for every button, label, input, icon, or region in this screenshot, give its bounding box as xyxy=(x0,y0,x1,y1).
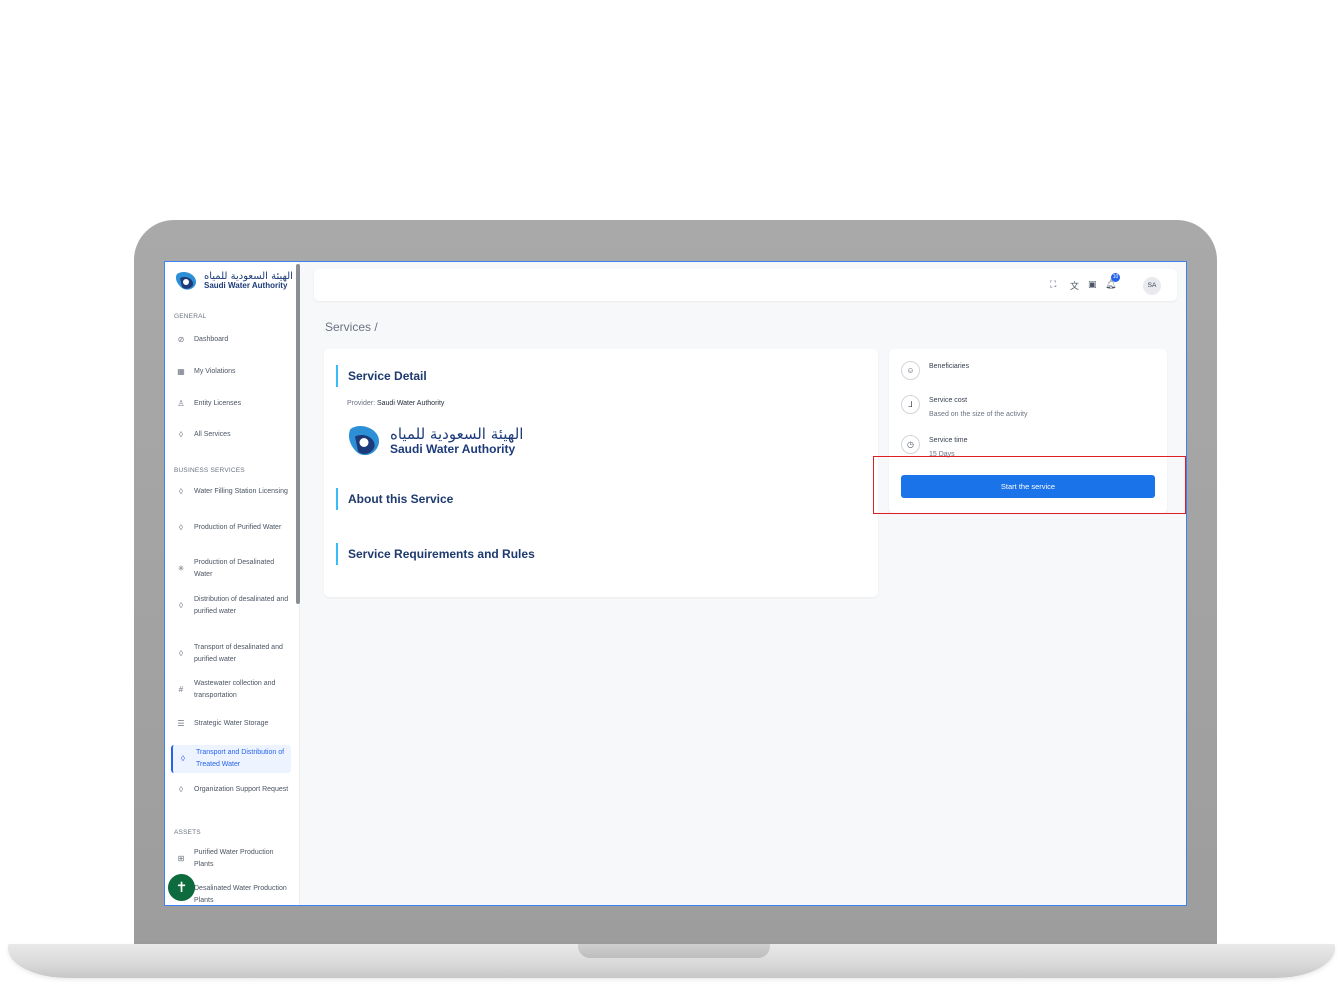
currency-icon: ⅃ xyxy=(901,395,920,414)
sidebar-item-organization-support[interactable]: ◊ Organization Support Request xyxy=(171,783,289,797)
users-icon: ☺ xyxy=(901,361,920,380)
drop-icon: ◊ xyxy=(179,523,183,532)
sidebar-item-transport[interactable]: ◊ Transport of desalinated and purified … xyxy=(171,642,289,666)
translate-icon[interactable]: 文 xyxy=(1070,279,1079,292)
service-time-label: Service time xyxy=(929,437,968,444)
grid-hash-icon: # xyxy=(178,685,184,695)
drop-icon: ◊ xyxy=(179,785,183,794)
clock-icon: ◷ xyxy=(901,435,920,454)
service-cost-row: ⅃ Service cost Based on the size of the … xyxy=(901,395,1027,420)
brand-logo[interactable]: الهيئة السعودية للمياه Saudi Water Autho… xyxy=(174,270,293,292)
sidebar: الهيئة السعودية للمياه Saudi Water Autho… xyxy=(165,262,300,905)
logo-arabic-name: الهيئة السعودية للمياه xyxy=(390,425,524,444)
sidebar-item-purified-plants[interactable]: ⊞ Purified Water Production Plants xyxy=(171,847,289,871)
brand-english-name: Saudi Water Authority xyxy=(204,281,288,291)
section-business-services: BUSINESS SERVICES xyxy=(174,467,245,474)
drop-icon: ◊ xyxy=(179,649,183,659)
service-cost-value: Based on the size of the activity xyxy=(929,411,1028,418)
provider-line: Provider: Saudi Water Authority xyxy=(347,400,445,407)
provider-name: Saudi Water Authority xyxy=(376,400,445,407)
user-icon: ♙ xyxy=(177,399,185,408)
service-detail-card: Service Detail Provider: Saudi Water Aut… xyxy=(324,349,878,597)
drop-icon: ◊ xyxy=(181,754,185,764)
logo-english-name: Saudi Water Authority xyxy=(390,441,516,456)
provider-logo: الهيئة السعودية للمياه Saudi Water Autho… xyxy=(346,422,523,460)
sidebar-item-entity-licenses[interactable]: ♙ Entity Licenses xyxy=(171,397,289,411)
sidebar-item-treated-water[interactable]: ◊ Transport and Distribution of Treated … xyxy=(171,745,291,773)
sidebar-item-all-services[interactable]: ◊ All Services xyxy=(171,428,289,442)
avatar[interactable]: SA xyxy=(1143,277,1161,295)
grid-icon: ▦ xyxy=(177,367,185,376)
drop-icon: ◊ xyxy=(179,487,183,496)
top-bar: ⛶ 文 ▣ 🔔︎ 10 SA xyxy=(314,269,1177,301)
dashboard-icon: ⊘ xyxy=(177,335,185,344)
beneficiaries-label: Beneficiaries xyxy=(929,363,970,370)
section-assets: ASSETS xyxy=(174,829,201,836)
screen: الهيئة السعودية للمياه Saudi Water Autho… xyxy=(164,261,1187,906)
sidebar-item-dashboard[interactable]: ⊘ Dashboard xyxy=(171,333,289,347)
water-drop-logo-icon xyxy=(175,271,196,290)
accessibility-button[interactable]: ✝ xyxy=(168,874,195,901)
service-detail-title: Service Detail xyxy=(336,365,427,387)
sidebar-item-distribution[interactable]: ◊ Distribution of desalinated and purifi… xyxy=(171,594,289,618)
service-requirements-title[interactable]: Service Requirements and Rules xyxy=(336,543,535,565)
sidebar-item-wastewater[interactable]: # Wastewater collection and transportati… xyxy=(171,678,289,702)
beneficiaries-row: ☺ Beneficiaries xyxy=(901,361,969,380)
sidebar-scrollbar[interactable] xyxy=(296,264,300,604)
sidebar-item-purified-water[interactable]: ◊ Production of Purified Water xyxy=(171,521,289,535)
storage-icon: ☰ xyxy=(177,719,185,728)
table-icon: ⊞ xyxy=(177,854,185,864)
clipboard-icon[interactable]: ▣ xyxy=(1088,279,1097,290)
about-service-title[interactable]: About this Service xyxy=(336,488,453,510)
sidebar-item-desalinated-water[interactable]: ✳ Production of Desalinated Water xyxy=(171,557,289,581)
drop-icon: ◊ xyxy=(179,430,183,439)
highlight-box xyxy=(873,456,1186,514)
water-drop-logo-icon xyxy=(348,425,379,456)
sidebar-item-strategic-storage[interactable]: ☰ Strategic Water Storage xyxy=(171,717,289,731)
snowflake-icon: ✳ xyxy=(177,564,185,574)
fullscreen-icon[interactable]: ⛶ xyxy=(1050,279,1056,290)
laptop-notch xyxy=(578,944,770,958)
sidebar-item-my-violations[interactable]: ▦ My Violations xyxy=(171,365,289,379)
notification-badge: 10 xyxy=(1111,273,1120,282)
breadcrumb[interactable]: Services / xyxy=(325,320,378,334)
section-general: GENERAL xyxy=(174,313,207,320)
sidebar-item-water-filling-station[interactable]: ◊ Water Filling Station Licensing xyxy=(171,485,289,499)
drop-icon: ◊ xyxy=(179,601,183,611)
service-cost-label: Service cost xyxy=(929,397,968,404)
accessibility-icon: ✝ xyxy=(175,879,188,895)
